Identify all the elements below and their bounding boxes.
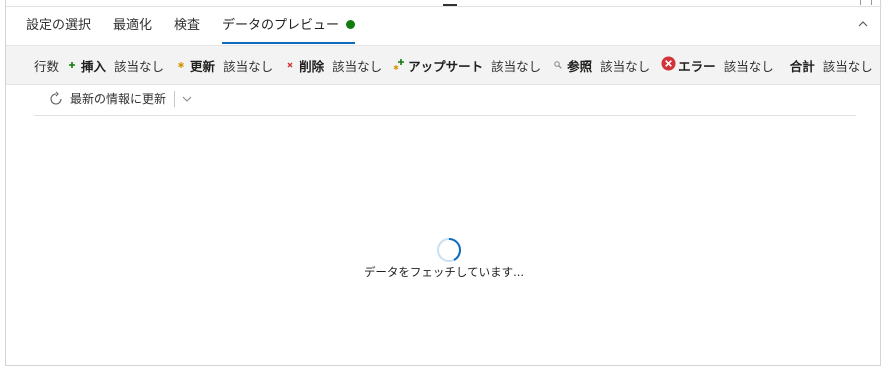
stat-error-label: エラー <box>678 58 716 74</box>
refresh-button[interactable]: 最新の情報に更新 <box>48 90 193 107</box>
stat-update-label: 更新 <box>190 58 216 74</box>
stat-upsert-value: 該当なし <box>491 58 542 74</box>
tab-data-preview-label: データのプレビュー <box>222 18 340 33</box>
stat-total-value: 該当なし <box>822 58 873 74</box>
stat-lookup-label: 参照 <box>567 58 593 74</box>
plus-icon <box>65 58 79 73</box>
asterisk-icon <box>174 58 188 73</box>
upsert-icon <box>392 57 406 74</box>
stat-upsert-label: アップサート <box>408 58 484 74</box>
chevron-down-icon[interactable] <box>181 93 193 105</box>
lookup-icon <box>551 58 565 73</box>
status-dot-icon <box>346 20 356 29</box>
stat-upsert: アップサート 該当なし <box>392 56 541 75</box>
stat-error-value: 該当なし <box>723 58 774 74</box>
refresh-icon <box>50 91 62 105</box>
stat-update-value: 該当なし <box>223 58 274 74</box>
toolbar-separator <box>34 115 856 116</box>
tab-inspect[interactable]: 検査 <box>174 16 200 44</box>
resize-handle[interactable] <box>443 4 457 6</box>
x-icon <box>283 58 297 73</box>
tab-bar: 設定の選択 最適化 検査 データのプレビュー <box>26 16 377 44</box>
stat-lookup: 参照 該当なし <box>551 56 650 75</box>
stat-lookup-value: 該当なし <box>600 58 651 74</box>
stat-delete: 削除 該当なし <box>283 56 382 75</box>
stat-update: 更新 該当なし <box>174 56 273 75</box>
loading-spinner-icon <box>437 238 462 262</box>
stat-total-label: 合計 <box>789 58 815 74</box>
stat-delete-label: 削除 <box>299 58 325 74</box>
stat-insert-label: 挿入 <box>81 58 107 74</box>
rows-label: 行数 <box>34 58 60 74</box>
tab-optimize[interactable]: 最適化 <box>113 16 152 44</box>
tab-select-settings[interactable]: 設定の選択 <box>26 16 91 44</box>
stats-bar: 行数 挿入 該当なし 更新 該当なし 削除 該当なし アップサート 該当なし 参… <box>6 45 880 85</box>
stat-insert-value: 該当なし <box>114 58 165 74</box>
corner-mark <box>860 0 872 5</box>
chevron-up-icon[interactable] <box>856 17 870 31</box>
toolbar-divider <box>174 90 176 107</box>
stat-delete-value: 該当なし <box>332 58 383 74</box>
stat-total: 合計 該当なし <box>790 56 873 75</box>
tab-data-preview[interactable]: データのプレビュー <box>222 16 356 44</box>
refresh-label: 最新の情報に更新 <box>70 92 167 106</box>
loading-text: データをフェッチしています... <box>363 265 525 279</box>
stat-insert: 挿入 該当なし <box>65 56 164 75</box>
error-icon <box>660 56 676 74</box>
top-border <box>6 6 882 7</box>
data-flow-panel: 設定の選択 最適化 検査 データのプレビュー 行数 挿入 該当なし 更新 該当な… <box>5 0 882 366</box>
stat-error: エラー 該当なし <box>660 56 774 75</box>
